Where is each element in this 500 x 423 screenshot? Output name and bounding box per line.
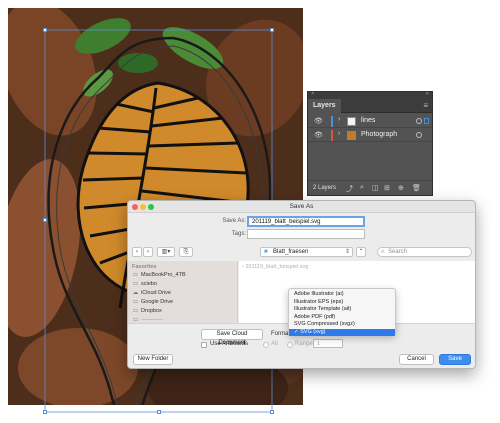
- dialog-title: Save As: [289, 203, 314, 210]
- save-as-label: Save As:: [222, 218, 246, 224]
- menu-item-eps[interactable]: Illustrator EPS (eps): [289, 299, 395, 307]
- expand-arrow-icon[interactable]: ›: [338, 130, 340, 137]
- use-artboards-checkbox[interactable]: [201, 342, 207, 348]
- back-button[interactable]: ‹: [132, 247, 142, 257]
- location-popup[interactable]: Blatt_fraesen ■ ⇕: [260, 247, 353, 257]
- filename-field[interactable]: 201119_blatt_beispiel.svg: [247, 216, 365, 227]
- folder-icon: ▭: [132, 299, 139, 305]
- selection-handle[interactable]: [157, 410, 161, 414]
- sidebar-item-sciebo[interactable]: ▭ sciebo: [132, 281, 157, 287]
- layer-color-bar: [331, 116, 333, 127]
- dialog-titlebar[interactable]: Save As: [128, 201, 475, 213]
- sidebar-header: Favorites: [132, 264, 157, 270]
- menu-item-svg-selected[interactable]: ✓ SVG (svg): [289, 328, 395, 336]
- clipping-mask-icon[interactable]: ◫: [372, 184, 379, 192]
- list-item[interactable]: ▫ 201119_blatt_beispiel.svg: [242, 264, 308, 270]
- chevron-updown-icon: ⇕: [344, 249, 350, 255]
- menu-item-pdf[interactable]: Adobe PDF (pdf): [289, 314, 395, 322]
- sidebar-item-google-drive[interactable]: ▭ Google Drive: [132, 299, 173, 305]
- view-mode-button[interactable]: ▥▾: [157, 247, 175, 257]
- layer-thumbnail: [347, 131, 356, 140]
- layer-row-photograph[interactable]: 👁 › Photograph: [308, 129, 432, 142]
- tags-field[interactable]: [247, 229, 365, 239]
- save-cloud-document-button[interactable]: Save Cloud Document: [201, 329, 263, 346]
- all-radio[interactable]: [263, 342, 269, 348]
- menu-item-ai[interactable]: Adobe Illustrator (ai): [289, 291, 395, 299]
- target-icon[interactable]: [416, 118, 422, 124]
- selection-handle[interactable]: [43, 410, 47, 414]
- search-placeholder: Search: [388, 249, 408, 255]
- folder-icon: ▭: [132, 308, 139, 314]
- tab-layers[interactable]: Layers: [308, 99, 341, 113]
- new-folder-button[interactable]: New Folder: [133, 354, 173, 365]
- sidebar-item-icloud[interactable]: ☁ iCloud Drive: [132, 290, 171, 296]
- locate-object-icon[interactable]: ⌕: [360, 184, 364, 192]
- expand-collapse-button[interactable]: ⌃: [356, 247, 366, 257]
- search-input[interactable]: ⌕ Search: [377, 247, 472, 257]
- range-label: Range:: [295, 341, 315, 347]
- use-artboards-label: Use Artboards: [210, 341, 249, 347]
- layer-name[interactable]: Photograph: [361, 131, 397, 138]
- layer-thumbnail: [347, 117, 356, 126]
- panel-menu-icon[interactable]: ≡: [423, 101, 428, 110]
- save-button[interactable]: Save: [439, 354, 471, 365]
- menu-item-svgz[interactable]: SVG Compressed (svgz): [289, 321, 395, 329]
- zoom-window-icon[interactable]: [148, 204, 154, 210]
- menu-item-ait[interactable]: Illustrator Template (ait): [289, 306, 395, 314]
- artboard-canvas[interactable]: × » Layers ≡ 👁 › lines 👁 › Photograph 2 …: [0, 0, 500, 423]
- eye-icon[interactable]: 👁: [314, 117, 323, 125]
- selection-handle[interactable]: [270, 410, 274, 414]
- trash-icon[interactable]: 🗑: [412, 184, 421, 192]
- selection-handle[interactable]: [43, 28, 47, 32]
- sidebar-item-macbookpro[interactable]: ▭ MacBookPro_4TB: [132, 272, 186, 278]
- target-icon[interactable]: [416, 132, 422, 138]
- finder-sidebar: Favorites ▭ MacBookPro_4TB ▭ sciebo ☁ iClou…: [128, 261, 238, 323]
- cloud-icon: ☁: [132, 290, 139, 296]
- dialog-bottom-bar: New Folder Cancel Save: [128, 349, 475, 368]
- new-folder-icon[interactable]: ⎘: [179, 247, 193, 257]
- drive-icon: ▭: [132, 272, 139, 278]
- forward-button[interactable]: ›: [143, 247, 153, 257]
- sidebar-item-dropbox[interactable]: ▭ Dropbox: [132, 308, 162, 314]
- save-as-dialog: Save As Save As: 201119_blatt_beispiel.s…: [127, 200, 476, 369]
- tags-label: Tags:: [231, 231, 246, 237]
- layers-panel: × » Layers ≡ 👁 › lines 👁 › Photograph 2 …: [307, 91, 433, 196]
- export-icon[interactable]: ⤴: [346, 184, 353, 194]
- layer-color-bar: [331, 130, 333, 141]
- new-layer-icon[interactable]: ⊕: [398, 184, 404, 192]
- layer-name[interactable]: lines: [361, 117, 375, 124]
- new-sublayer-icon[interactable]: ⊞: [384, 184, 390, 192]
- folder-name: Blatt_fraesen: [273, 249, 309, 255]
- close-window-icon[interactable]: [132, 204, 138, 210]
- close-icon[interactable]: ×: [311, 91, 315, 97]
- selection-handle[interactable]: [270, 28, 274, 32]
- selection-handle[interactable]: [43, 218, 47, 222]
- selection-indicator[interactable]: [424, 118, 429, 124]
- layer-row-lines[interactable]: 👁 › lines: [308, 115, 432, 128]
- layer-count: 2 Layers: [313, 185, 337, 191]
- expand-arrow-icon[interactable]: ›: [338, 116, 340, 123]
- cancel-button[interactable]: Cancel: [399, 354, 434, 365]
- format-dropdown-menu: Adobe Illustrator (ai) Illustrator EPS (…: [288, 288, 396, 336]
- search-icon: ⌕: [381, 249, 385, 255]
- minimize-window-icon[interactable]: [140, 204, 146, 210]
- collapse-icon[interactable]: »: [426, 91, 429, 97]
- folder-icon: ■: [264, 249, 268, 255]
- folder-icon: ▭: [132, 281, 139, 287]
- panel-titlebar[interactable]: × »: [308, 91, 432, 99]
- layers-footer: 2 Layers ⤴ ⌕ ◫ ⊞ ⊕ 🗑: [308, 180, 432, 195]
- range-radio[interactable]: [287, 342, 293, 348]
- eye-icon[interactable]: 👁: [314, 131, 323, 139]
- range-field[interactable]: 1: [313, 339, 343, 348]
- all-label: All: [271, 341, 278, 347]
